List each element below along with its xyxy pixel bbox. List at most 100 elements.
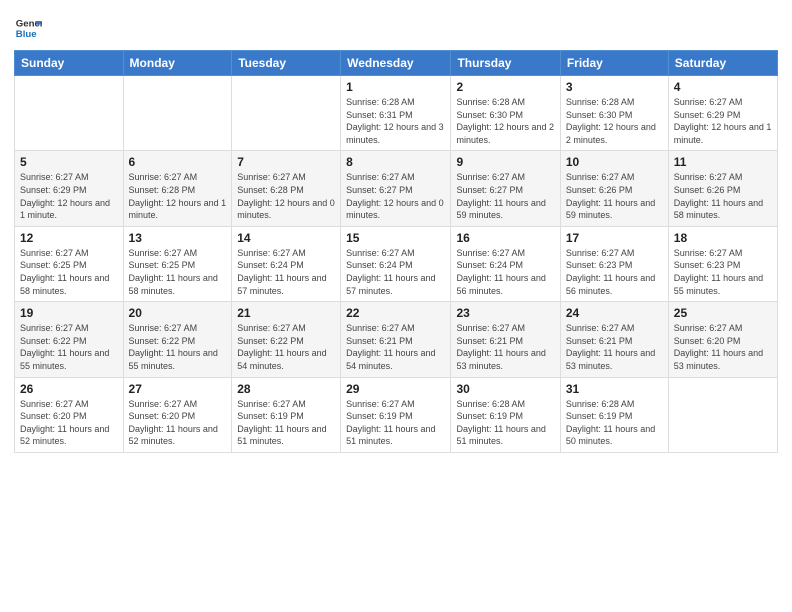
calendar-cell: 20 Sunrise: 6:27 AM Sunset: 6:22 PM Dayli… [123,302,232,377]
day-info: Sunrise: 6:27 AM Sunset: 6:19 PM Dayligh… [237,398,335,448]
day-info: Sunrise: 6:27 AM Sunset: 6:28 PM Dayligh… [129,171,227,221]
calendar-cell: 9 Sunrise: 6:27 AM Sunset: 6:27 PM Daylig… [451,151,560,226]
day-info: Sunrise: 6:27 AM Sunset: 6:25 PM Dayligh… [20,247,118,297]
calendar-table: SundayMondayTuesdayWednesdayThursdayFrid… [14,50,778,453]
calendar-cell: 30 Sunrise: 6:28 AM Sunset: 6:19 PM Dayli… [451,377,560,452]
day-info: Sunrise: 6:27 AM Sunset: 6:24 PM Dayligh… [237,247,335,297]
day-info: Sunrise: 6:27 AM Sunset: 6:25 PM Dayligh… [129,247,227,297]
day-info: Sunrise: 6:27 AM Sunset: 6:26 PM Dayligh… [674,171,772,221]
day-info: Sunrise: 6:27 AM Sunset: 6:21 PM Dayligh… [566,322,663,372]
calendar-cell: 23 Sunrise: 6:27 AM Sunset: 6:21 PM Dayli… [451,302,560,377]
calendar-cell [668,377,777,452]
calendar-day-header: Sunday [15,51,124,76]
day-number: 9 [456,155,554,169]
calendar-cell: 6 Sunrise: 6:27 AM Sunset: 6:28 PM Daylig… [123,151,232,226]
day-number: 17 [566,231,663,245]
calendar-cell: 15 Sunrise: 6:27 AM Sunset: 6:24 PM Dayli… [341,226,451,301]
calendar-day-header: Friday [560,51,668,76]
svg-text:Blue: Blue [16,29,37,40]
calendar-header-row: SundayMondayTuesdayWednesdayThursdayFrid… [15,51,778,76]
day-info: Sunrise: 6:27 AM Sunset: 6:23 PM Dayligh… [566,247,663,297]
calendar-cell: 22 Sunrise: 6:27 AM Sunset: 6:21 PM Dayli… [341,302,451,377]
calendar-day-header: Thursday [451,51,560,76]
calendar-day-header: Tuesday [232,51,341,76]
day-info: Sunrise: 6:28 AM Sunset: 6:31 PM Dayligh… [346,96,445,146]
day-number: 27 [129,382,227,396]
day-number: 31 [566,382,663,396]
calendar-cell: 31Sunrise: 6:28 AM Sunset: 6:19 PM Dayli… [560,377,668,452]
calendar-cell [123,76,232,151]
calendar-cell: 10Sunrise: 6:27 AM Sunset: 6:26 PM Dayli… [560,151,668,226]
calendar-cell [15,76,124,151]
calendar-cell: 21 Sunrise: 6:27 AM Sunset: 6:22 PM Dayli… [232,302,341,377]
calendar-cell: 18Sunrise: 6:27 AM Sunset: 6:23 PM Dayli… [668,226,777,301]
day-number: 15 [346,231,445,245]
calendar-week-row: 12 Sunrise: 6:27 AM Sunset: 6:25 PM Dayli… [15,226,778,301]
calendar-cell: 26 Sunrise: 6:27 AM Sunset: 6:20 PM Dayli… [15,377,124,452]
calendar-cell: 29 Sunrise: 6:27 AM Sunset: 6:19 PM Dayli… [341,377,451,452]
day-info: Sunrise: 6:27 AM Sunset: 6:22 PM Dayligh… [237,322,335,372]
day-info: Sunrise: 6:27 AM Sunset: 6:24 PM Dayligh… [456,247,554,297]
day-number: 14 [237,231,335,245]
day-number: 28 [237,382,335,396]
calendar-day-header: Saturday [668,51,777,76]
calendar-cell: 7 Sunrise: 6:27 AM Sunset: 6:28 PM Daylig… [232,151,341,226]
day-info: Sunrise: 6:27 AM Sunset: 6:19 PM Dayligh… [346,398,445,448]
calendar-cell: 13 Sunrise: 6:27 AM Sunset: 6:25 PM Dayli… [123,226,232,301]
day-number: 25 [674,306,772,320]
day-number: 19 [20,306,118,320]
day-number: 12 [20,231,118,245]
day-info: Sunrise: 6:27 AM Sunset: 6:27 PM Dayligh… [456,171,554,221]
calendar-cell: 1 Sunrise: 6:28 AM Sunset: 6:31 PM Daylig… [341,76,451,151]
day-number: 29 [346,382,445,396]
calendar-cell: 17 Sunrise: 6:27 AM Sunset: 6:23 PM Dayli… [560,226,668,301]
calendar-week-row: 1 Sunrise: 6:28 AM Sunset: 6:31 PM Daylig… [15,76,778,151]
day-number: 13 [129,231,227,245]
calendar-cell: 27 Sunrise: 6:27 AM Sunset: 6:20 PM Dayli… [123,377,232,452]
day-info: Sunrise: 6:27 AM Sunset: 6:21 PM Dayligh… [346,322,445,372]
day-number: 30 [456,382,554,396]
day-info: Sunrise: 6:27 AM Sunset: 6:22 PM Dayligh… [129,322,227,372]
day-info: Sunrise: 6:27 AM Sunset: 6:29 PM Dayligh… [674,96,772,146]
day-number: 23 [456,306,554,320]
calendar-day-header: Wednesday [341,51,451,76]
day-info: Sunrise: 6:27 AM Sunset: 6:24 PM Dayligh… [346,247,445,297]
day-info: Sunrise: 6:27 AM Sunset: 6:22 PM Dayligh… [20,322,118,372]
day-number: 10 [566,155,663,169]
logo: General Blue [14,14,46,42]
day-number: 26 [20,382,118,396]
day-info: Sunrise: 6:27 AM Sunset: 6:29 PM Dayligh… [20,171,118,221]
calendar-cell: 16Sunrise: 6:27 AM Sunset: 6:24 PM Dayli… [451,226,560,301]
day-number: 21 [237,306,335,320]
calendar-week-row: 5 Sunrise: 6:27 AM Sunset: 6:29 PM Daylig… [15,151,778,226]
header: General Blue [14,10,778,42]
day-info: Sunrise: 6:27 AM Sunset: 6:20 PM Dayligh… [129,398,227,448]
calendar-cell: 2Sunrise: 6:28 AM Sunset: 6:30 PM Daylig… [451,76,560,151]
day-number: 1 [346,80,445,94]
day-info: Sunrise: 6:27 AM Sunset: 6:28 PM Dayligh… [237,171,335,221]
day-number: 3 [566,80,663,94]
page: General Blue SundayMondayTuesdayWednesda… [0,0,792,612]
day-number: 24 [566,306,663,320]
calendar-cell: 25Sunrise: 6:27 AM Sunset: 6:20 PM Dayli… [668,302,777,377]
day-info: Sunrise: 6:28 AM Sunset: 6:19 PM Dayligh… [456,398,554,448]
calendar-week-row: 26 Sunrise: 6:27 AM Sunset: 6:20 PM Dayli… [15,377,778,452]
day-info: Sunrise: 6:27 AM Sunset: 6:20 PM Dayligh… [20,398,118,448]
calendar-week-row: 19 Sunrise: 6:27 AM Sunset: 6:22 PM Dayli… [15,302,778,377]
day-number: 20 [129,306,227,320]
day-number: 22 [346,306,445,320]
calendar-day-header: Monday [123,51,232,76]
calendar-cell: 28 Sunrise: 6:27 AM Sunset: 6:19 PM Dayli… [232,377,341,452]
day-number: 8 [346,155,445,169]
calendar-cell: 3Sunrise: 6:28 AM Sunset: 6:30 PM Daylig… [560,76,668,151]
day-info: Sunrise: 6:27 AM Sunset: 6:21 PM Dayligh… [456,322,554,372]
day-number: 5 [20,155,118,169]
day-number: 11 [674,155,772,169]
day-number: 18 [674,231,772,245]
calendar-cell: 5 Sunrise: 6:27 AM Sunset: 6:29 PM Daylig… [15,151,124,226]
day-number: 7 [237,155,335,169]
calendar-cell: 12 Sunrise: 6:27 AM Sunset: 6:25 PM Dayli… [15,226,124,301]
day-info: Sunrise: 6:28 AM Sunset: 6:30 PM Dayligh… [456,96,554,146]
calendar-cell: 11 Sunrise: 6:27 AM Sunset: 6:26 PM Dayli… [668,151,777,226]
day-number: 6 [129,155,227,169]
